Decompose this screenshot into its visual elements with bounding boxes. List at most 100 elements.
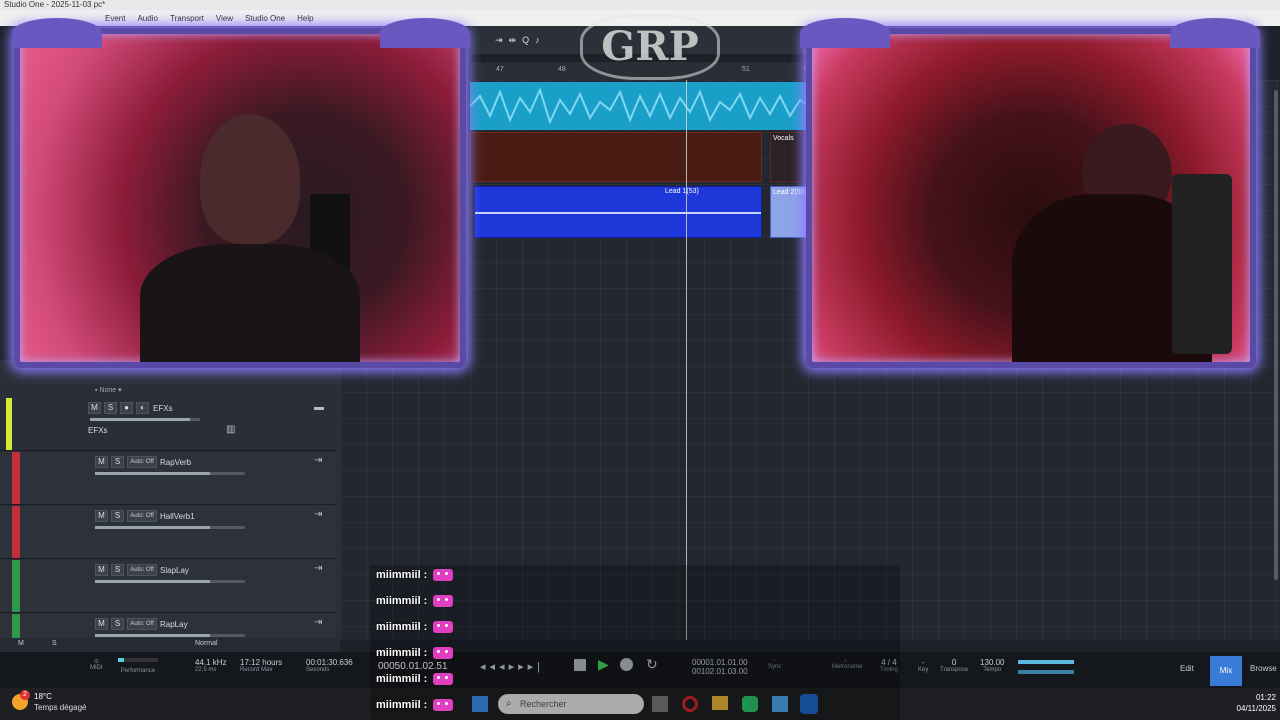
routing-icon[interactable]: ⇥ xyxy=(314,563,322,574)
menu-help[interactable]: Help xyxy=(297,14,313,23)
menu-view[interactable]: View xyxy=(216,14,233,23)
solo-button[interactable]: S xyxy=(104,402,117,414)
console-panel: ▪ None ▾ M S ● ◐ EFXs ▬ EFXs ▥ M S Auto:… xyxy=(0,360,340,640)
send-fader[interactable] xyxy=(95,634,245,637)
console-footer: M S Normal xyxy=(0,638,340,652)
mute-button[interactable]: M xyxy=(95,510,108,522)
automation-button[interactable]: Auto: Off xyxy=(127,564,157,576)
solo-button[interactable]: S xyxy=(111,564,124,576)
audio-event-empty[interactable] xyxy=(470,132,762,182)
footer-m-button[interactable]: M xyxy=(18,640,24,647)
record-button[interactable]: ● xyxy=(120,402,133,414)
send-name: SlapLay xyxy=(160,566,189,575)
send-row-raplay: M S Auto: Off RapLay ⇥ xyxy=(0,614,336,640)
input-selector-value: None xyxy=(99,387,117,394)
routing-icon[interactable]: ⇥ xyxy=(314,455,322,466)
ruler-mark: 47 xyxy=(496,66,504,73)
performance-meter[interactable]: Performance xyxy=(118,658,158,674)
emote-icon xyxy=(433,621,454,633)
edit-button[interactable]: Edit xyxy=(1180,664,1194,673)
mix-button[interactable]: Mix xyxy=(1210,656,1242,686)
automation-button[interactable]: Auto: Off xyxy=(127,510,157,522)
menu-studio-one[interactable]: Studio One xyxy=(245,14,285,23)
waveform xyxy=(475,212,761,214)
send-name: RapVerb xyxy=(160,458,192,467)
routing-icon[interactable]: ⇥ xyxy=(314,509,322,520)
emote-icon xyxy=(433,673,454,685)
emote-icon xyxy=(433,699,454,711)
menu-event[interactable]: Event xyxy=(105,14,125,23)
chat-username: miimmiil : xyxy=(376,673,428,685)
chat-message: miimmiil : xyxy=(376,569,454,581)
solo-button[interactable]: S xyxy=(111,510,124,522)
webcam-left xyxy=(14,28,466,368)
mute-button[interactable]: M xyxy=(88,402,101,414)
monitor-button[interactable]: ◐ xyxy=(136,402,149,414)
send-name: HallVerb1 xyxy=(160,512,195,521)
lead-1-event[interactable]: Lead 1(53) xyxy=(474,186,762,238)
solo-button[interactable]: S xyxy=(111,618,124,630)
folder-icon[interactable]: ▬ xyxy=(314,402,324,413)
record-time: 17:12 hours Record Max xyxy=(240,658,283,673)
chat-message: miimmiil : xyxy=(376,673,454,685)
weather-temp[interactable]: 18°C xyxy=(34,692,52,701)
send-row-slaplay: M S Auto: Off SlapLay ⇥ xyxy=(0,560,336,613)
webcam-right xyxy=(806,28,1256,368)
emote-icon xyxy=(433,647,454,659)
playhead-cursor[interactable] xyxy=(686,80,687,640)
mode-select[interactable]: Normal xyxy=(195,640,218,647)
chat-overlay: miimmiil : miimmiil : miimmiil : miimmii… xyxy=(370,565,900,720)
clock-time[interactable]: 01:22 xyxy=(1226,693,1276,702)
send-row-hallverb1: M S Auto: Off HallVerb1 ⇥ xyxy=(0,506,336,559)
track-color xyxy=(12,560,20,612)
sample-rate: 44.1 kHz 22.5 ms xyxy=(195,658,227,673)
chat-message: miimmiil : xyxy=(376,595,454,607)
input-selector[interactable]: ▪ None ▾ xyxy=(95,386,122,394)
send-fader[interactable] xyxy=(95,472,245,475)
time-display[interactable]: 00:01:30.636 Seconds xyxy=(306,658,353,673)
track-color xyxy=(12,614,20,640)
solo-button[interactable]: S xyxy=(111,456,124,468)
volume-fader[interactable] xyxy=(90,418,200,421)
transpose-display[interactable]: 0 Transpose xyxy=(940,658,968,673)
zoom-tool-icon[interactable]: Q xyxy=(522,35,529,45)
lead-2-event[interactable]: Lead 2(56) xyxy=(770,186,810,238)
mute-button[interactable]: M xyxy=(95,618,108,630)
browse-button[interactable]: Browse xyxy=(1250,664,1277,673)
send-row-rapverb: M S Auto: Off RapVerb ⇥ xyxy=(0,452,336,505)
output-select[interactable]: EFXs xyxy=(88,426,108,435)
chat-username: miimmiil : xyxy=(376,699,428,711)
routing-icon[interactable]: ⇥ xyxy=(314,617,322,628)
tempo-display[interactable]: 130.00 Tempo xyxy=(980,658,1004,673)
automation-button[interactable]: Auto: Off xyxy=(127,456,157,468)
ruler-mark: 48 xyxy=(558,66,566,73)
footer-s-button[interactable]: S xyxy=(52,640,57,647)
menu-audio[interactable]: Audio xyxy=(137,14,157,23)
listen-tool-icon[interactable]: ♪ xyxy=(535,35,540,45)
emote-icon xyxy=(433,569,454,581)
frame-ornament xyxy=(800,18,890,48)
person-body xyxy=(140,244,360,362)
lead-1-label: Lead 1(53) xyxy=(665,188,699,195)
mute-button[interactable]: M xyxy=(95,564,108,576)
frame-ornament xyxy=(12,18,102,48)
vocals-event[interactable]: Vocals xyxy=(770,132,810,182)
range-tool-icon[interactable]: ⇹ xyxy=(509,35,517,46)
mute-button[interactable]: M xyxy=(95,456,108,468)
key-display[interactable]: - Key xyxy=(918,658,928,673)
ruler-mark: 51 xyxy=(742,66,750,73)
master-volume[interactable] xyxy=(1018,670,1074,674)
send-fader[interactable] xyxy=(95,580,245,583)
mixer-icon[interactable]: ▥ xyxy=(226,424,235,435)
arrow-tool-icon[interactable]: ⇥ xyxy=(495,35,503,46)
audio-event-cyan[interactable] xyxy=(470,82,810,130)
frame-ornament xyxy=(1170,18,1260,48)
person-silhouette xyxy=(200,114,300,244)
menu-transport[interactable]: Transport xyxy=(170,14,204,23)
vertical-scrollbar[interactable] xyxy=(1274,90,1278,580)
send-fader[interactable] xyxy=(95,526,245,529)
automation-button[interactable]: Auto: Off xyxy=(127,618,157,630)
weather-desc[interactable]: Temps dégagé xyxy=(34,703,86,712)
clock-date[interactable]: 04/11/2025 xyxy=(1226,704,1276,713)
emote-icon xyxy=(433,595,454,607)
